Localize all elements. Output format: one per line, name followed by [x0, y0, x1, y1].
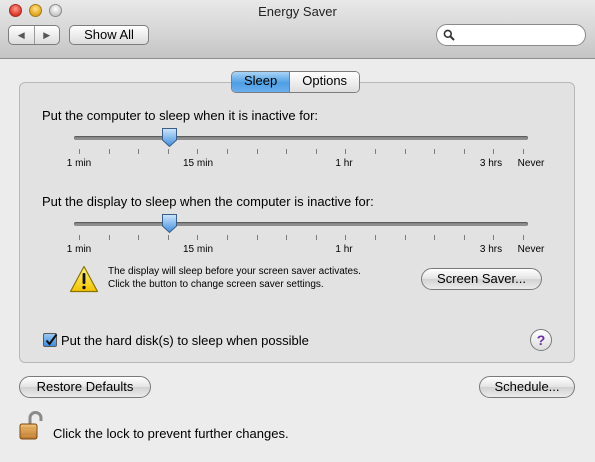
screen-saver-button[interactable]: Screen Saver... [421, 268, 542, 290]
forward-button[interactable]: ▶ [33, 26, 60, 44]
tick-label-1hr: 1 hr [335, 158, 353, 169]
slider-tick [227, 149, 228, 154]
search-field[interactable] [436, 24, 586, 46]
slider-tick [345, 235, 347, 240]
slider-tick [434, 235, 436, 240]
tick-label-3hrs: 3 hrs [479, 244, 503, 255]
display-sleep-slider[interactable] [74, 214, 528, 242]
tick-label-1min: 1 min [66, 244, 92, 255]
search-icon [443, 29, 455, 41]
search-input[interactable] [459, 27, 581, 45]
tab-bar: Sleep Options [231, 71, 361, 93]
slider-tick [375, 235, 376, 240]
tick-label-never: Never [517, 158, 545, 169]
slider-tick [345, 149, 347, 154]
tick-label-15min: 15 min [182, 158, 214, 169]
warning-line-1: The display will sleep before your scree… [108, 266, 361, 277]
slider-tick [197, 235, 199, 240]
slider-thumb[interactable] [161, 213, 178, 234]
slider-track [74, 222, 528, 226]
tick-label-1min: 1 min [66, 158, 92, 169]
energy-saver-window: Energy Saver ◀ ▶ Show All Sleep Options … [0, 0, 595, 462]
restore-defaults-button[interactable]: Restore Defaults [19, 376, 151, 398]
slider-tick [404, 235, 406, 240]
slider-tick [523, 235, 524, 240]
show-all-button[interactable]: Show All [69, 25, 149, 45]
hard-disk-sleep-checkbox[interactable] [43, 333, 58, 347]
warning-icon [69, 265, 99, 293]
lock-icon[interactable] [18, 411, 44, 441]
slider-tick [167, 235, 169, 240]
slider-tick [523, 149, 524, 154]
back-forward-control: ◀ ▶ [8, 25, 60, 45]
slider-tick [108, 235, 110, 240]
help-button[interactable]: ? [530, 329, 552, 351]
slider-tick [79, 149, 80, 154]
slider-tick [167, 149, 169, 154]
warning-message: The display will sleep before your scree… [108, 265, 361, 291]
slider-tick [286, 149, 288, 154]
slider-tick [463, 149, 465, 154]
slider-tick [197, 149, 199, 154]
slider-thumb[interactable] [161, 127, 178, 148]
slider-tick [256, 235, 258, 240]
slider-tick [404, 149, 406, 154]
slider-tick [286, 235, 288, 240]
slider-tick [138, 235, 140, 240]
tab-options[interactable]: Options [289, 72, 360, 92]
slider-tick [108, 149, 110, 154]
window-title: Energy Saver [258, 4, 337, 19]
schedule-button[interactable]: Schedule... [479, 376, 575, 398]
tick-label-1hr: 1 hr [335, 244, 353, 255]
slider-tick [315, 149, 317, 154]
toolbar: Energy Saver ◀ ▶ Show All [0, 0, 595, 59]
back-button[interactable]: ◀ [9, 26, 34, 44]
checkmark-icon [45, 333, 58, 346]
slider-tick [434, 149, 436, 154]
slider-tick [493, 235, 495, 240]
hard-disk-sleep-label[interactable]: Put the hard disk(s) to sleep when possi… [61, 333, 309, 348]
tick-label-never: Never [517, 244, 545, 255]
slider-tick [315, 235, 317, 240]
warning-line-2: Click the button to change screen saver … [108, 279, 324, 290]
forward-arrow-icon: ▶ [43, 29, 51, 40]
slider-tick [493, 149, 495, 154]
tick-label-15min: 15 min [182, 244, 214, 255]
slider-tick [79, 235, 80, 240]
slider-tick [375, 149, 376, 154]
computer-sleep-label: Put the computer to sleep when it is ina… [42, 108, 319, 123]
slider-tick [463, 235, 465, 240]
tab-sleep[interactable]: Sleep [232, 72, 290, 92]
display-sleep-label: Put the display to sleep when the comput… [42, 194, 374, 209]
tick-label-3hrs: 3 hrs [479, 158, 503, 169]
slider-track [74, 136, 528, 140]
slider-tick [227, 235, 228, 240]
lock-message: Click the lock to prevent further change… [53, 426, 289, 441]
computer-sleep-slider[interactable] [74, 128, 528, 156]
back-arrow-icon: ◀ [17, 29, 25, 40]
slider-tick [256, 149, 258, 154]
slider-tick [138, 149, 140, 154]
